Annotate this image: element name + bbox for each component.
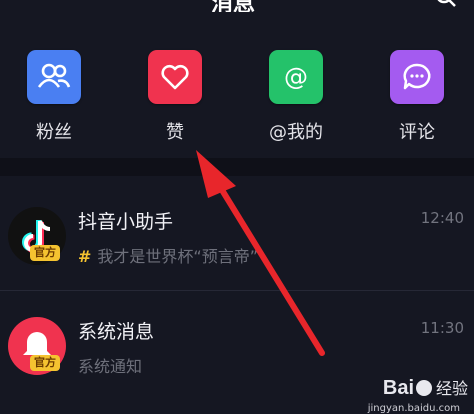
annotation-arrow bbox=[196, 150, 325, 356]
paw-icon bbox=[416, 380, 432, 396]
watermark-brand-suffix: 经验 bbox=[435, 379, 468, 398]
watermark-brand: Bai bbox=[382, 377, 414, 399]
watermark-url: jingyan.baidu.com bbox=[367, 403, 460, 414]
